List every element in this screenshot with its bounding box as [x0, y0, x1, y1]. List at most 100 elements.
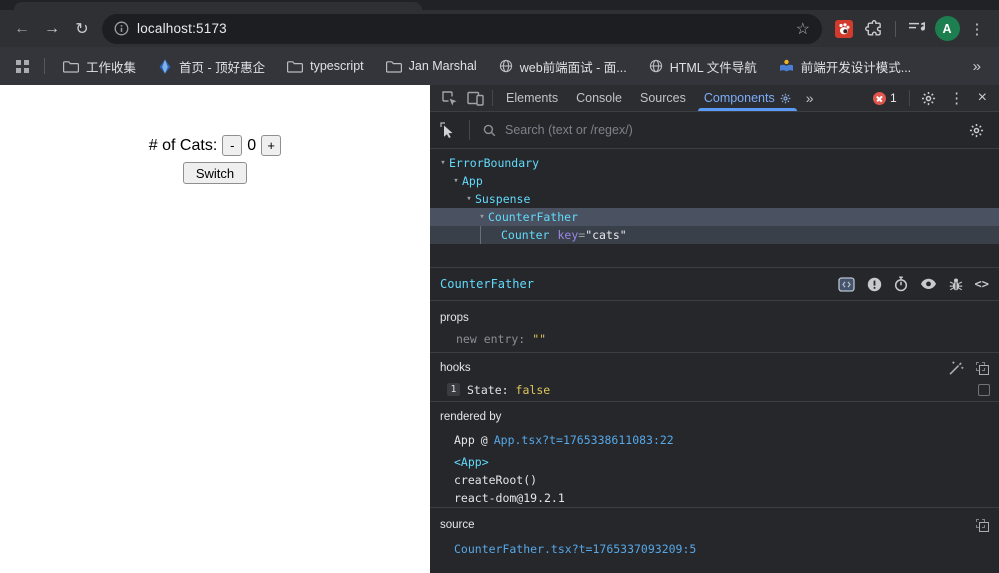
tab-elements[interactable]: Elements — [497, 85, 567, 111]
component-tree: ▾ ErrorBoundary ▾ App ▾ Suspense ▾ Count… — [430, 149, 999, 267]
tab-strip — [0, 0, 999, 10]
increment-button[interactable]: + — [261, 135, 282, 156]
bookmark-item[interactable]: typescript — [281, 56, 370, 76]
root-element[interactable]: <App> — [454, 455, 489, 469]
more-tabs-icon[interactable]: » — [800, 90, 820, 106]
key-attribute-value: "cats" — [585, 228, 627, 242]
owner-name[interactable]: App — [454, 433, 475, 447]
create-root-label: createRoot() — [454, 473, 538, 487]
source-section: source CounterFather.tsx?t=1765337093209… — [430, 508, 999, 573]
browser-menu-icon[interactable]: ⋮ — [963, 15, 991, 43]
bookmark-label: typescript — [310, 59, 364, 73]
react-dom-version: react-dom@19.2.1 — [454, 491, 565, 505]
devtools-divider — [908, 90, 910, 106]
hook-checkbox[interactable] — [978, 383, 990, 396]
site-info-icon[interactable] — [114, 21, 129, 36]
component-source-link[interactable]: CounterFather.tsx?t=1765337093209:5 — [454, 542, 696, 556]
media-controls-icon[interactable] — [903, 15, 931, 43]
extensions-puzzle-icon[interactable] — [860, 15, 888, 43]
globe-favicon — [499, 59, 513, 73]
bookmark-item[interactable]: HTML 文件导航 — [643, 54, 763, 79]
address-bar[interactable]: localhost:5173 ☆ — [102, 13, 822, 44]
devtools-close-icon[interactable]: × — [972, 89, 993, 107]
log-to-console-bug-icon[interactable] — [949, 277, 963, 292]
inspect-element-icon[interactable] — [436, 86, 462, 110]
component-detail-pane: CounterFather <> props new entry: "" hoo… — [430, 267, 999, 573]
key-attribute-name: key — [557, 228, 579, 242]
bookmarks-divider — [44, 58, 45, 74]
stopwatch-icon[interactable] — [894, 276, 908, 292]
hook-name[interactable]: State: — [467, 383, 509, 397]
devtools-menu-icon[interactable]: ⋮ — [944, 86, 970, 110]
select-component-icon[interactable] — [440, 122, 456, 138]
extension-red-icon[interactable] — [830, 15, 858, 43]
tree-row-errorboundary[interactable]: ▾ ErrorBoundary — [430, 154, 999, 172]
bookmark-label: web前端面试 - 面... — [519, 60, 627, 75]
profile-avatar[interactable]: A — [933, 15, 961, 43]
at-sign: @ — [480, 433, 488, 447]
suspense-toggle-icon[interactable] — [837, 276, 855, 292]
devtools-tabbar: Elements Console Sources Components » 1 — [430, 85, 999, 112]
expand-arrow-icon[interactable]: ▾ — [450, 176, 462, 186]
tree-row-counter[interactable]: Counter key = "cats" — [430, 226, 999, 244]
tree-row-app[interactable]: ▾ App — [430, 172, 999, 190]
inspect-dom-eye-icon[interactable] — [920, 278, 937, 290]
bookmarks-overflow-icon[interactable]: » — [967, 58, 987, 75]
bookmark-star-icon[interactable]: ☆ — [794, 19, 812, 39]
hooks-section: hooks 1 State: false — [430, 353, 999, 402]
decrement-button[interactable]: - — [222, 135, 243, 156]
rendered-by-section: rendered by App @ App.tsx?t=176533861108… — [430, 402, 999, 508]
copy-source-icon[interactable] — [976, 518, 989, 532]
tree-row-counterfather[interactable]: ▾ CounterFather — [430, 208, 999, 226]
expand-arrow-icon[interactable]: ▾ — [437, 158, 449, 168]
devtools-settings-gear-icon[interactable] — [916, 86, 942, 110]
bookmark-label: 首页 - 顶好惠企 — [179, 60, 266, 75]
back-button[interactable]: ← — [8, 15, 36, 43]
error-count-badge[interactable]: 1 — [867, 91, 903, 105]
url-text[interactable]: localhost:5173 — [137, 21, 786, 36]
parse-hook-names-wand-icon[interactable] — [948, 361, 964, 376]
bookmark-item[interactable]: 首页 - 顶好惠企 — [152, 54, 271, 79]
tab-console[interactable]: Console — [567, 85, 631, 111]
props-header: props — [440, 312, 469, 324]
bookmarks-bar: 工作收集 首页 - 顶好惠企 typescript Jan Marshal we… — [0, 47, 999, 85]
bookmark-item[interactable]: Jan Marshal — [380, 56, 483, 76]
search-divider — [469, 120, 470, 140]
owner-source-link[interactable]: App.tsx?t=1765338611083:22 — [494, 433, 674, 447]
prop-key[interactable]: new entry: — [456, 332, 525, 346]
tree-guide-line — [480, 226, 481, 244]
hook-value[interactable]: false — [516, 383, 551, 397]
bookmark-item[interactable]: 工作收集 — [57, 54, 142, 79]
prop-value[interactable]: "" — [532, 332, 546, 346]
switch-button[interactable]: Switch — [182, 162, 248, 184]
apps-grid-icon[interactable] — [12, 52, 32, 80]
device-toolbar-icon[interactable] — [462, 86, 488, 110]
hooks-header: hooks — [440, 362, 471, 374]
tree-row-suspense[interactable]: ▾ Suspense — [430, 190, 999, 208]
expand-arrow-icon[interactable]: ▾ — [463, 194, 475, 204]
bookmark-item[interactable]: web前端面试 - 面... — [493, 54, 633, 79]
source-header: source — [440, 519, 475, 531]
expand-arrow-icon[interactable]: ▾ — [476, 212, 488, 222]
view-source-icon[interactable]: <> — [975, 277, 989, 291]
hook-index-badge: 1 — [447, 383, 460, 396]
browser-window: ← → ↻ localhost:5173 ☆ A ⋮ 工作收集 首页 - 顶好惠… — [0, 0, 999, 573]
bookmark-label: Jan Marshal — [408, 59, 477, 73]
search-icon — [483, 124, 496, 137]
folder-icon — [385, 60, 402, 73]
copy-hooks-icon[interactable] — [976, 361, 989, 375]
rendered-by-header: rendered by — [440, 411, 502, 423]
forward-button[interactable]: → — [38, 15, 66, 43]
folder-icon — [63, 60, 79, 73]
cats-count-label: # of Cats: — [148, 136, 218, 154]
detail-header: CounterFather <> — [430, 267, 999, 301]
tab-components[interactable]: Components — [695, 85, 800, 111]
tab-sources[interactable]: Sources — [631, 85, 695, 111]
reload-button[interactable]: ↻ — [68, 15, 96, 43]
throw-error-icon[interactable] — [867, 277, 882, 292]
bookmark-item[interactable]: 前端开发设计模式... — [773, 54, 917, 79]
components-search-input[interactable] — [505, 123, 954, 137]
web-page: # of Cats: - 0 + Switch — [0, 85, 430, 573]
active-tab[interactable] — [14, 2, 422, 10]
components-settings-gear-icon[interactable] — [963, 118, 989, 142]
